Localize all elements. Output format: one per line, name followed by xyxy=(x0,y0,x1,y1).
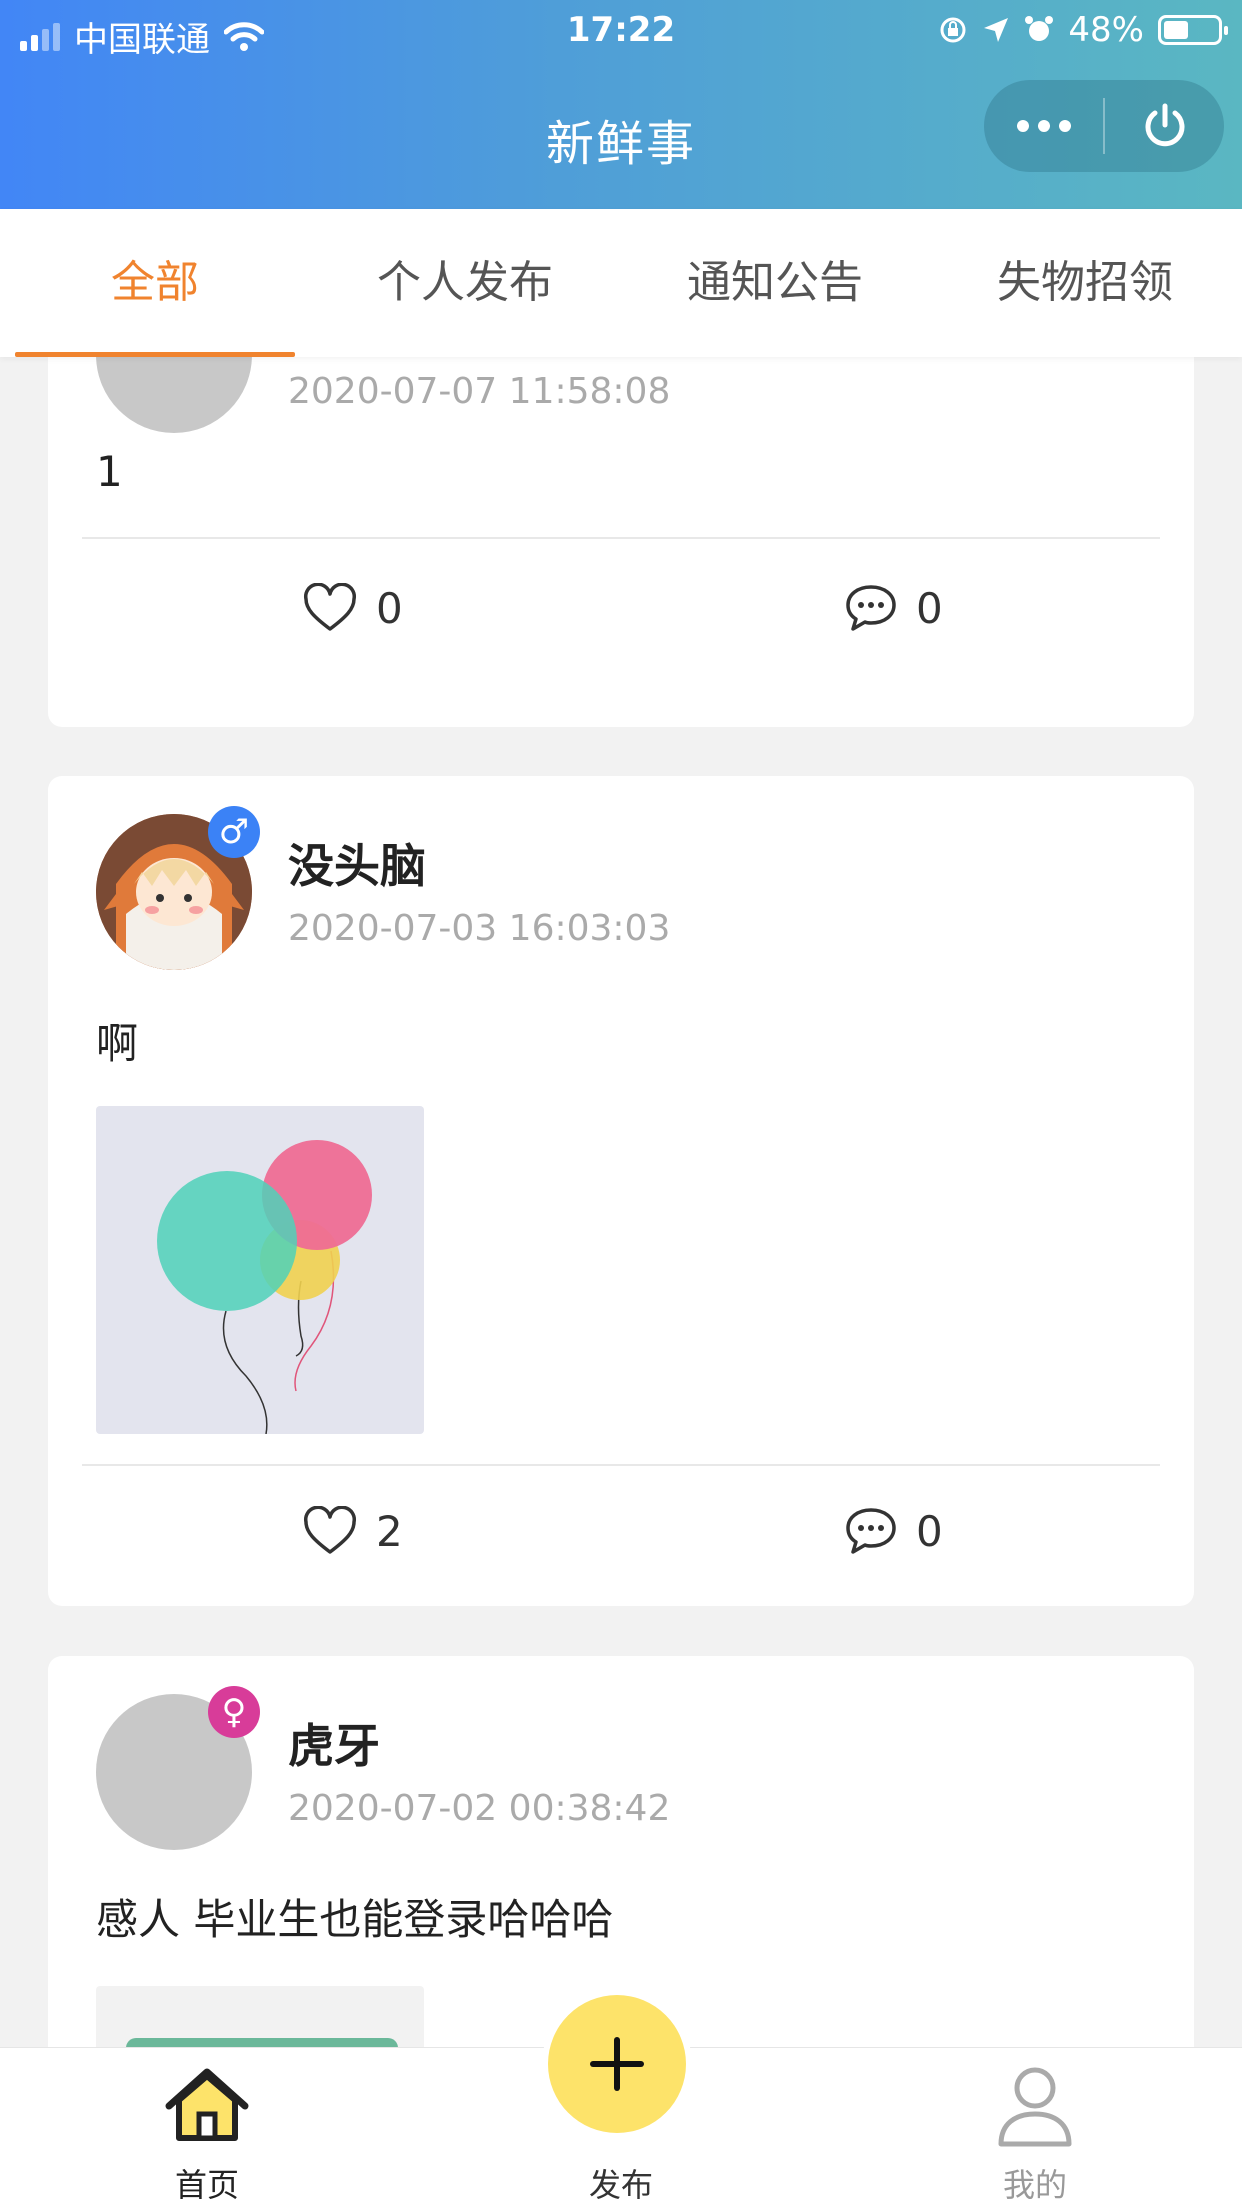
miniprogram-capsule xyxy=(984,80,1224,172)
more-button[interactable] xyxy=(984,80,1103,172)
power-icon xyxy=(1145,103,1184,147)
heart-icon xyxy=(304,583,356,631)
post-image[interactable] xyxy=(96,1986,424,2047)
tab-notice[interactable]: 通知公告 xyxy=(620,209,930,357)
post-content: 感人 毕业生也能登录哈哈哈 xyxy=(96,1895,614,1944)
location-icon xyxy=(984,18,1009,42)
tab-personal[interactable]: 个人发布 xyxy=(310,209,620,357)
post-username[interactable]: 虎牙 xyxy=(288,1710,380,1776)
user-icon xyxy=(998,2067,1072,2147)
like-count: 2 xyxy=(376,1506,403,1556)
nav-mine[interactable]: 我的 xyxy=(935,2048,1135,2208)
female-icon: ♀ xyxy=(208,1686,260,1738)
like-button[interactable]: 0 xyxy=(302,583,403,633)
male-icon: ♂ xyxy=(208,806,260,858)
comment-count: 0 xyxy=(916,1506,943,1556)
status-bar: 中国联通 17:22 48% xyxy=(0,0,1242,62)
post-time: 2020-07-07 11:58:08 xyxy=(288,371,671,412)
app-header: 中国联通 17:22 48% 新鲜事 xyxy=(0,0,1242,209)
tab-all[interactable]: 全部 xyxy=(0,209,310,357)
divider xyxy=(82,537,1160,539)
comment-icon xyxy=(846,585,896,631)
post-time: 2020-07-02 00:38:42 xyxy=(288,1788,671,1829)
comment-count: 0 xyxy=(916,583,943,633)
comment-icon xyxy=(846,1508,896,1554)
nav-home[interactable]: 首页 xyxy=(107,2048,307,2208)
nav-mine-label: 我的 xyxy=(1002,2166,1067,2204)
close-button[interactable] xyxy=(1105,80,1224,172)
tab-lost-found[interactable]: 失物招领 xyxy=(930,209,1240,357)
post-card[interactable]: 2020-07-07 11:58:08 1 0 0 xyxy=(48,357,1194,727)
avatar[interactable] xyxy=(96,357,252,433)
heart-icon xyxy=(304,1506,356,1554)
post-card[interactable]: ♂ 没头脑 2020-07-03 16:03:03 啊 2 0 xyxy=(48,776,1194,1606)
nav-home-label: 首页 xyxy=(174,2166,239,2204)
balloon-image xyxy=(157,1140,372,1434)
post-username[interactable]: 没头脑 xyxy=(288,830,426,896)
category-tabs: 全部 个人发布 通知公告 失物招领 xyxy=(0,209,1242,357)
comment-button[interactable]: 0 xyxy=(844,1506,943,1556)
post-card[interactable]: ♀ 虎牙 2020-07-02 00:38:42 感人 毕业生也能登录哈哈哈 xyxy=(48,1656,1194,2047)
post-feed[interactable]: 2020-07-07 11:58:08 1 0 0 ♂ 没头脑 2020-07-… xyxy=(0,357,1242,2047)
battery-percent: 48% xyxy=(1068,10,1144,50)
rotation-lock-icon xyxy=(940,17,966,43)
like-button[interactable]: 2 xyxy=(302,1506,403,1556)
post-image[interactable] xyxy=(96,1106,424,1434)
alarm-icon xyxy=(1025,16,1054,41)
comment-button[interactable]: 0 xyxy=(844,583,943,633)
plus-icon xyxy=(590,2037,644,2091)
post-content: 1 xyxy=(96,447,123,496)
divider xyxy=(82,1464,1160,1466)
home-icon xyxy=(165,2068,249,2141)
nav-publish-label: 发布 xyxy=(588,2166,653,2204)
battery-icon xyxy=(1158,15,1228,45)
post-content: 啊 xyxy=(96,1019,139,1068)
publish-button[interactable] xyxy=(548,1995,686,2133)
post-time: 2020-07-03 16:03:03 xyxy=(288,908,671,949)
like-count: 0 xyxy=(376,583,403,633)
